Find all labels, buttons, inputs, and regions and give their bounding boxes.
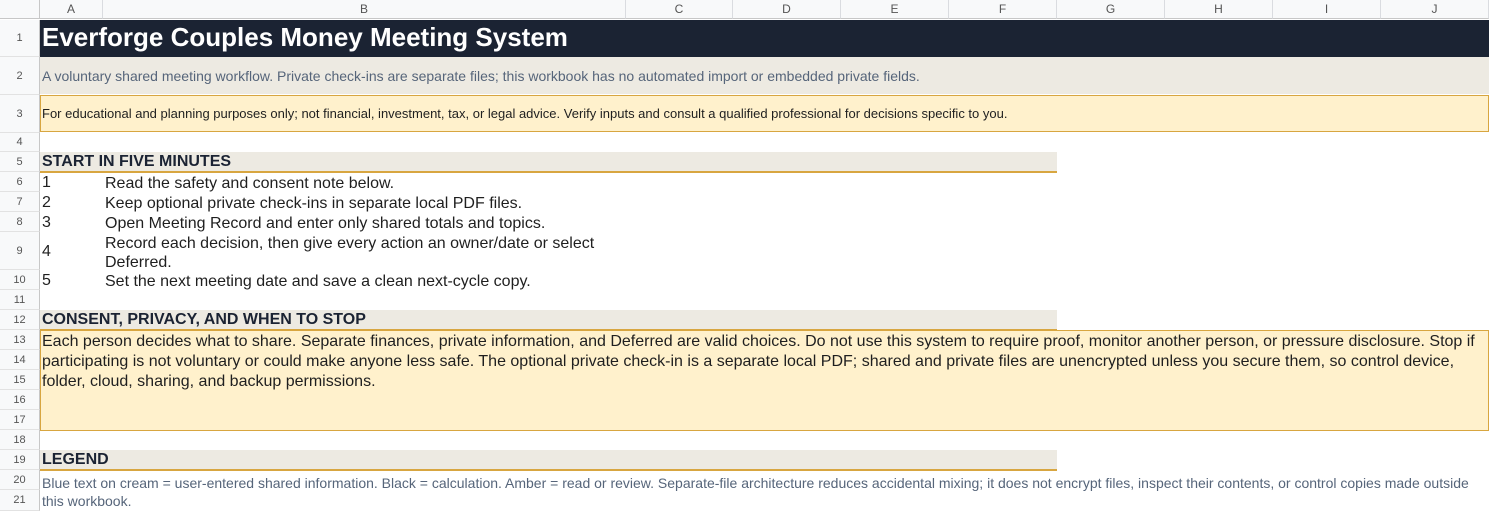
- subtitle: A voluntary shared meeting workflow. Pri…: [42, 68, 920, 84]
- page-title: Everforge Couples Money Meeting System: [42, 22, 568, 52]
- row-header-5[interactable]: 5: [0, 152, 40, 172]
- row-header-18[interactable]: 18: [0, 430, 40, 450]
- row-header-6[interactable]: 6: [0, 172, 40, 192]
- row-header-12[interactable]: 12: [0, 310, 40, 330]
- consent-text: Each person decides what to share. Separ…: [42, 333, 1475, 390]
- step-text-4: Record each decision, then give every ac…: [105, 235, 595, 271]
- row-header-11[interactable]: 11: [0, 290, 40, 310]
- column-header-j[interactable]: J: [1381, 0, 1489, 19]
- row-header-7[interactable]: 7: [0, 192, 40, 212]
- row-header-9[interactable]: 9: [0, 232, 40, 270]
- row-header-4[interactable]: 4: [0, 133, 40, 152]
- step-text-5: Set the next meeting date and save a cle…: [105, 273, 531, 290]
- column-header-a[interactable]: A: [40, 0, 103, 19]
- legend-heading-cell[interactable]: [40, 450, 1057, 471]
- step-number-2: 2: [42, 194, 51, 211]
- row-header-3[interactable]: 3: [0, 95, 40, 133]
- row-header-21[interactable]: 21: [0, 490, 40, 511]
- row-header-8[interactable]: 8: [0, 212, 40, 232]
- column-header-i[interactable]: I: [1273, 0, 1381, 19]
- row-header-10[interactable]: 10: [0, 270, 40, 290]
- row-header-14[interactable]: 14: [0, 350, 40, 370]
- step-text-1: Read the safety and consent note below.: [105, 175, 395, 192]
- step-number-5: 5: [42, 272, 51, 289]
- column-header-e[interactable]: E: [841, 0, 949, 19]
- spreadsheet-grid: A B C D E F G H I J 1 2 3 4 5 6 7 8 9 10…: [0, 0, 1489, 511]
- legend-text: Blue text on cream = user-entered shared…: [42, 475, 1469, 509]
- step-text-3: Open Meeting Record and enter only share…: [105, 215, 546, 232]
- select-all-corner[interactable]: [0, 0, 40, 19]
- column-header-f[interactable]: F: [949, 0, 1057, 19]
- row-header-13[interactable]: 13: [0, 330, 40, 350]
- row-header-17[interactable]: 17: [0, 410, 40, 430]
- step-number-1: 1: [42, 174, 51, 191]
- row-header-16[interactable]: 16: [0, 390, 40, 410]
- row-header-19[interactable]: 19: [0, 450, 40, 470]
- column-header-h[interactable]: H: [1165, 0, 1273, 19]
- legend-heading: LEGEND: [42, 451, 109, 468]
- row-header-2[interactable]: 2: [0, 57, 40, 95]
- step-number-4: 4: [42, 243, 51, 260]
- disclaimer-text: For educational and planning purposes on…: [42, 106, 1008, 121]
- row-header-1[interactable]: 1: [0, 20, 40, 57]
- column-header-c[interactable]: C: [626, 0, 733, 19]
- step-number-3: 3: [42, 214, 51, 231]
- start-heading: START IN FIVE MINUTES: [42, 153, 232, 170]
- step-text-2: Keep optional private check-ins in separ…: [105, 195, 523, 212]
- column-header-b[interactable]: B: [103, 0, 626, 19]
- column-header-g[interactable]: G: [1057, 0, 1165, 19]
- column-header-d[interactable]: D: [733, 0, 841, 19]
- consent-heading: CONSENT, PRIVACY, AND WHEN TO STOP: [42, 311, 366, 328]
- row-header-20[interactable]: 20: [0, 470, 40, 490]
- row-header-15[interactable]: 15: [0, 370, 40, 390]
